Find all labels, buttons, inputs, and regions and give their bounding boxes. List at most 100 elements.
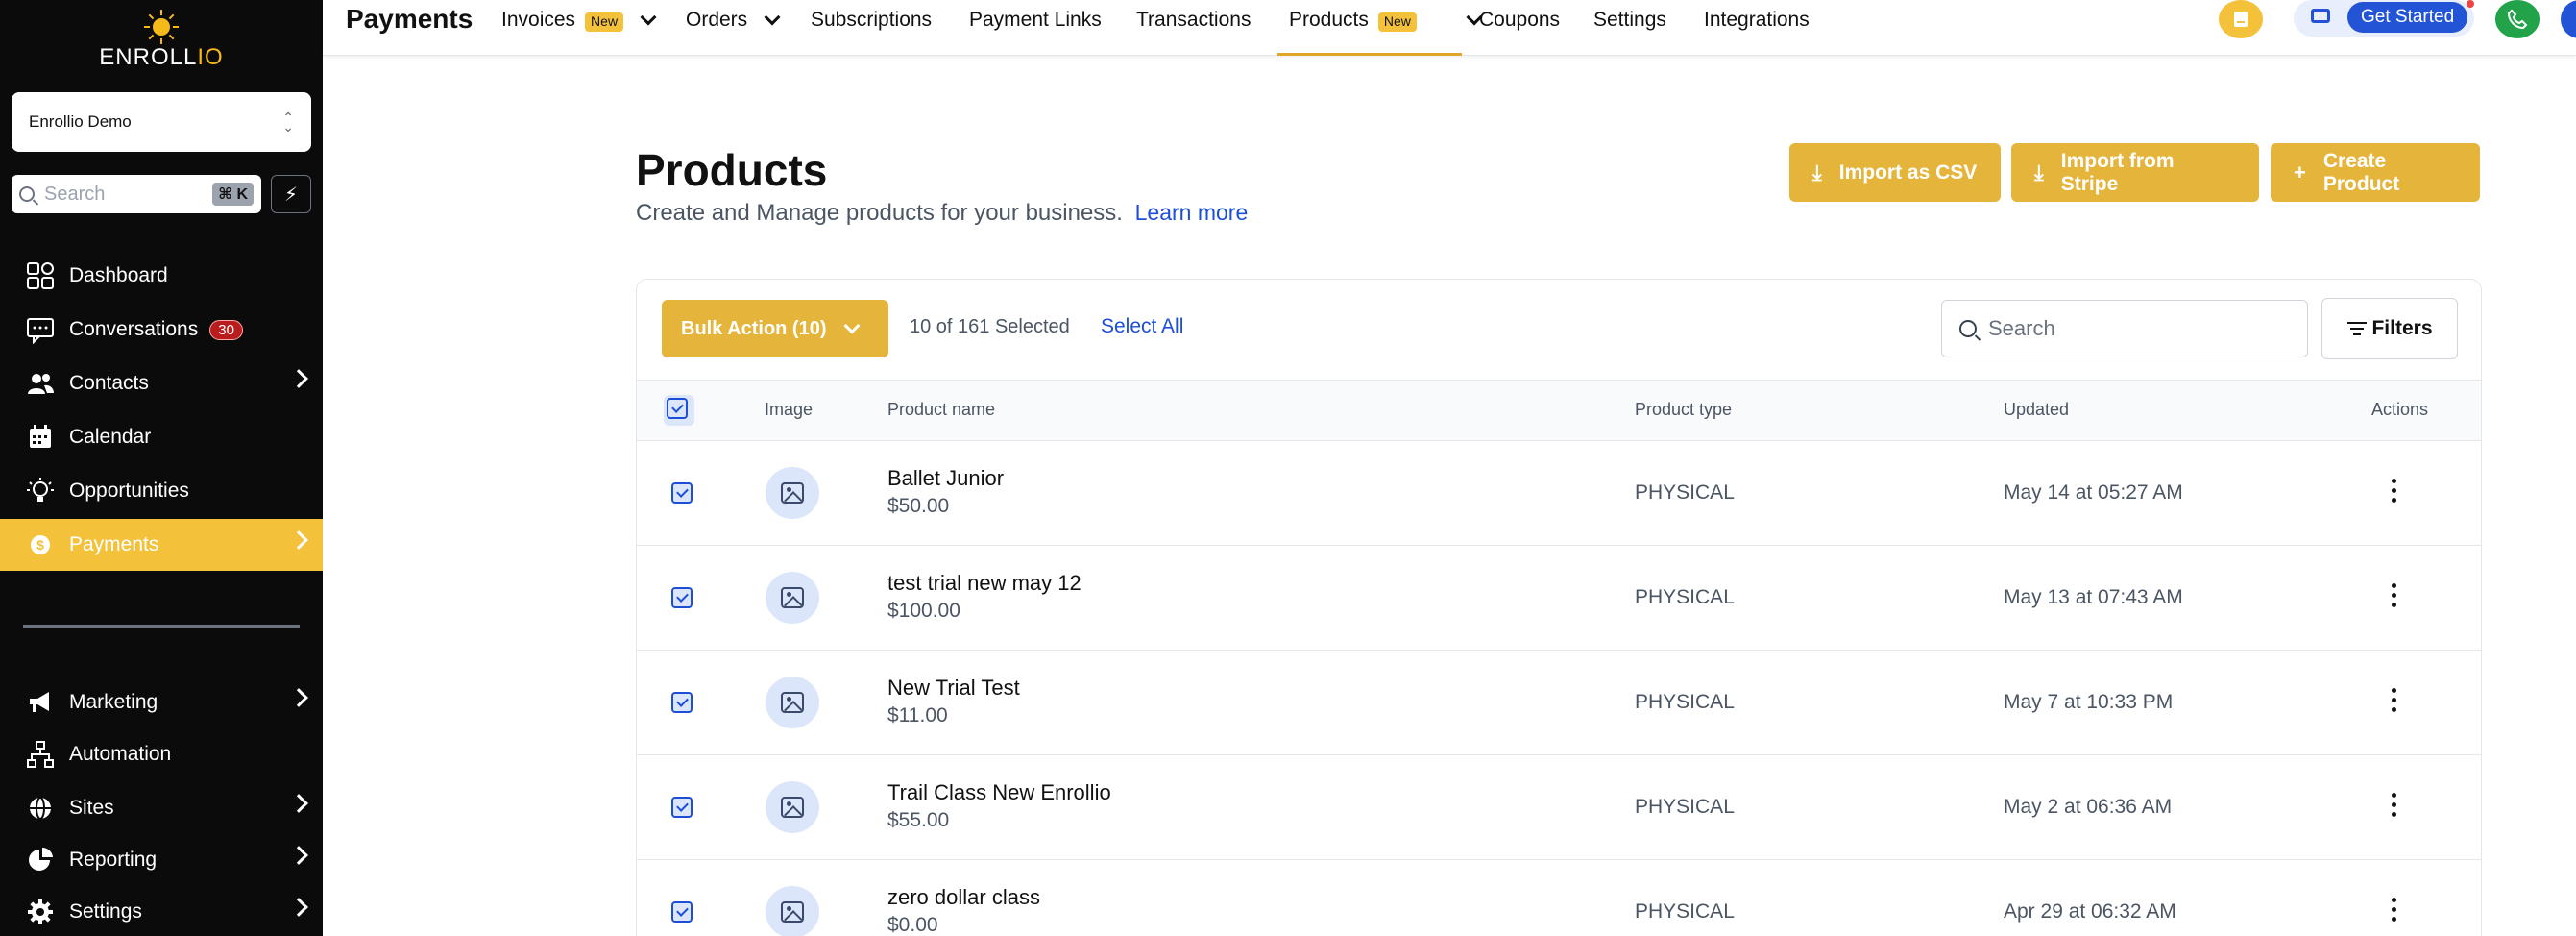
products-dropdown-toggle[interactable] (1449, 8, 1483, 56)
product-name[interactable]: Trail Class New Enrollio (887, 780, 1111, 805)
lightbulb-icon (25, 476, 56, 506)
bulk-action-button[interactable]: Bulk Action (10) (662, 300, 888, 357)
notes-icon (2234, 12, 2248, 27)
more-actions-icon[interactable] (2392, 479, 2397, 507)
products-table-card: Bulk Action (10) 10 of 161 Selected Sele… (636, 279, 2482, 936)
filters-button[interactable]: Filters (2321, 298, 2458, 359)
chevron-down-icon (843, 317, 860, 334)
row-checkbox[interactable] (671, 797, 693, 818)
table-search-input[interactable]: Search (1941, 300, 2308, 357)
chevron-down-icon[interactable] (640, 9, 657, 26)
product-type: PHYSICAL (1635, 796, 1735, 818)
button-label: Filters (2371, 317, 2433, 339)
tab-orders[interactable]: Orders (686, 8, 781, 56)
column-header-product-type[interactable]: Product type (1635, 400, 1732, 420)
sidebar-item-payments[interactable]: $ Payments (0, 519, 323, 571)
sidebar-item-label: Reporting (69, 849, 158, 871)
product-type: PHYSICAL (1635, 691, 1735, 713)
account-switcher[interactable]: Enrollio Demo ⌃ ⌄ (12, 92, 311, 152)
sidebar-item-contacts[interactable]: Contacts (0, 357, 323, 409)
updated-date: May 14 at 05:27 AM (2004, 481, 2183, 504)
tab-label: Subscriptions (811, 9, 933, 31)
dashboard-icon (25, 260, 56, 291)
tab-label: Integrations (1704, 9, 1810, 31)
enrollio-logo[interactable]: ENROLLIO (96, 10, 227, 73)
tab-transactions[interactable]: Transactions (1136, 8, 1251, 56)
row-checkbox[interactable] (671, 692, 693, 713)
column-header-product-name[interactable]: Product name (887, 400, 995, 420)
button-label: Create Product (2322, 149, 2400, 195)
phone-button[interactable] (2495, 0, 2540, 38)
sidebar-item-automation[interactable]: Automation (0, 728, 323, 780)
import-csv-button[interactable]: ⤓ Import as CSV (1789, 143, 2001, 202)
sidebar-item-conversations[interactable]: Conversations 30 (0, 304, 323, 356)
tab-invoices[interactable]: Invoices New (501, 8, 657, 56)
tab-products[interactable]: Products New (1277, 8, 1462, 56)
sidebar-item-label: Opportunities (69, 480, 189, 502)
updated-date: May 13 at 07:43 AM (2004, 586, 2183, 608)
sidebar-item-label: Conversations (69, 318, 199, 340)
chevron-right-icon (289, 846, 308, 865)
column-header-updated[interactable]: Updated (2004, 400, 2069, 420)
account-name: Enrollio Demo (29, 112, 132, 131)
tab-coupons[interactable]: Coupons (1479, 8, 1560, 56)
page-title: Products (636, 145, 828, 195)
more-actions-icon[interactable] (2392, 898, 2397, 926)
product-name[interactable]: test trial new may 12 (887, 571, 1081, 596)
tab-payment-links[interactable]: Payment Links (969, 8, 1102, 56)
product-name[interactable]: New Trial Test (887, 676, 1020, 701)
sidebar-item-opportunities[interactable]: Opportunities (0, 465, 323, 517)
notes-button[interactable] (2219, 0, 2263, 38)
svg-text:$: $ (36, 537, 44, 553)
product-name[interactable]: Ballet Junior (887, 466, 1004, 491)
tab-label: Coupons (1479, 9, 1561, 31)
product-price: $50.00 (887, 495, 950, 517)
quick-action-button[interactable]: ⚡ (271, 175, 311, 213)
sidebar-item-settings[interactable]: Settings (0, 886, 323, 936)
chevron-right-icon (289, 688, 308, 707)
search-icon (19, 186, 35, 202)
more-actions-icon[interactable] (2392, 688, 2397, 717)
select-all-checkbox[interactable] (667, 398, 688, 419)
sidebar-item-sites[interactable]: Sites (0, 782, 323, 834)
row-checkbox[interactable] (671, 587, 693, 608)
table-row[interactable]: zero dollar class $0.00 PHYSICAL Apr 29 … (637, 860, 2481, 936)
app-title: Payments (346, 4, 474, 34)
table-row[interactable]: Trail Class New Enrollio $55.00 PHYSICAL… (637, 755, 2481, 860)
table-row[interactable]: Ballet Junior $50.00 PHYSICAL May 14 at … (637, 441, 2481, 546)
sidebar-item-reporting[interactable]: Reporting (0, 834, 323, 886)
more-actions-icon[interactable] (2392, 793, 2397, 822)
page-subtitle: Create and Manage products for your busi… (636, 200, 1248, 227)
sidebar-item-dashboard[interactable]: Dashboard (0, 250, 323, 302)
shortcut-hint: ⌘ K (212, 183, 254, 206)
import-stripe-button[interactable]: ⤓ Import from Stripe (2011, 143, 2259, 202)
filter-icon (2346, 318, 2368, 339)
row-checkbox[interactable] (671, 901, 693, 923)
tab-integrations[interactable]: Integrations (1704, 8, 1810, 56)
chevron-right-icon (289, 794, 308, 813)
sidebar-item-marketing[interactable]: Marketing (0, 677, 323, 728)
table-row[interactable]: New Trial Test $11.00 PHYSICAL May 7 at … (637, 651, 2481, 755)
create-product-button[interactable]: + Create Product (2271, 143, 2480, 202)
updated-date: Apr 29 at 06:32 AM (2004, 900, 2176, 923)
sidebar-item-calendar[interactable]: Calendar (0, 411, 323, 463)
tab-settings[interactable]: Settings (1593, 8, 1666, 56)
tab-subscriptions[interactable]: Subscriptions (811, 8, 932, 56)
learn-more-link[interactable]: Learn more (1135, 200, 1249, 225)
profile-avatar[interactable] (2561, 0, 2576, 38)
more-actions-icon[interactable] (2392, 583, 2397, 612)
chevron-down-icon[interactable] (764, 9, 781, 26)
select-all-link[interactable]: Select All (1101, 315, 1183, 338)
table-row[interactable]: test trial new may 12 $100.00 PHYSICAL M… (637, 546, 2481, 651)
row-checkbox[interactable] (671, 482, 693, 504)
sidebar-item-label: Automation (69, 743, 172, 765)
payments-icon: $ (25, 530, 56, 560)
get-started-group[interactable]: Get Started (2294, 0, 2474, 37)
product-name[interactable]: zero dollar class (887, 885, 1040, 910)
search-icon (1959, 320, 1977, 337)
get-started-button[interactable]: Get Started (2347, 2, 2468, 33)
select-all-checkbox-wrapper[interactable] (664, 395, 694, 426)
chevron-right-icon (289, 898, 308, 917)
sidebar-search[interactable]: Search ⌘ K (12, 175, 261, 213)
tab-label: Transactions (1136, 9, 1252, 31)
